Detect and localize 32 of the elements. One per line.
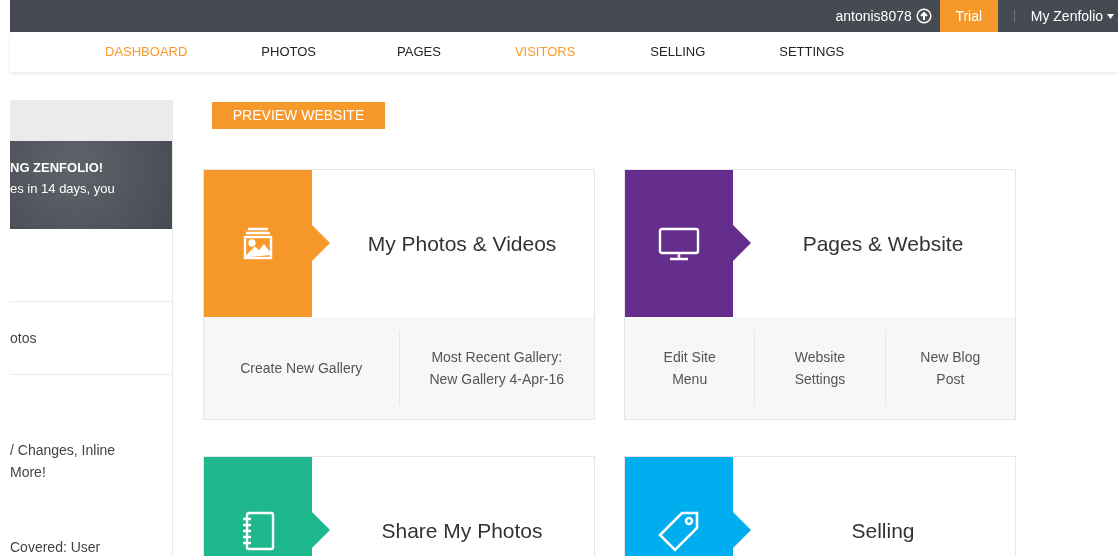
upload-icon[interactable] <box>915 8 932 24</box>
card-title[interactable]: Selling <box>851 514 915 547</box>
nav-tab[interactable]: SELLING <box>650 42 706 62</box>
caret-icon <box>1107 14 1114 20</box>
tag-icon <box>658 509 700 552</box>
news-text: / Changes, Inline More! <box>10 441 117 482</box>
card-title[interactable]: My Photos & Videos <box>367 227 557 260</box>
card-link[interactable]: Edit Site Menu <box>625 331 755 405</box>
nav-tab[interactable]: SETTINGS <box>779 42 845 62</box>
monitor-icon <box>658 226 700 261</box>
card-link[interactable]: Create New Gallery <box>204 331 399 405</box>
sidebar-link[interactable]: otos <box>10 302 172 374</box>
username[interactable]: antonis8078 <box>835 5 912 27</box>
news-text: Covered: User <box>10 538 102 556</box>
card-icon-tile[interactable] <box>204 170 312 317</box>
pointer-arrow <box>312 512 330 548</box>
nav-tab[interactable]: PAGES <box>397 42 441 62</box>
card-link[interactable]: Website Settings <box>754 331 885 405</box>
pointer-arrow <box>312 225 330 261</box>
account-menu[interactable]: My Zenfolio <box>1030 5 1114 27</box>
nav-tab[interactable]: PHOTOS <box>261 42 317 62</box>
card-title[interactable]: Share My Photos <box>381 514 543 547</box>
notebook-icon <box>241 510 275 551</box>
card-icon-tile[interactable] <box>625 170 733 317</box>
banner-heading: NG ZENFOLIO! <box>10 159 105 177</box>
pointer-arrow <box>733 225 751 261</box>
card-title[interactable]: Pages & Website <box>802 227 964 260</box>
banner-text: es in 14 days, you <box>10 180 116 198</box>
card-link[interactable]: New Blog Post <box>884 331 1015 405</box>
pointer-arrow <box>733 512 751 548</box>
card-link[interactable]: Most Recent Gallery: New Gallery 4-Apr-16 <box>398 331 594 405</box>
picture-icon <box>243 227 273 260</box>
